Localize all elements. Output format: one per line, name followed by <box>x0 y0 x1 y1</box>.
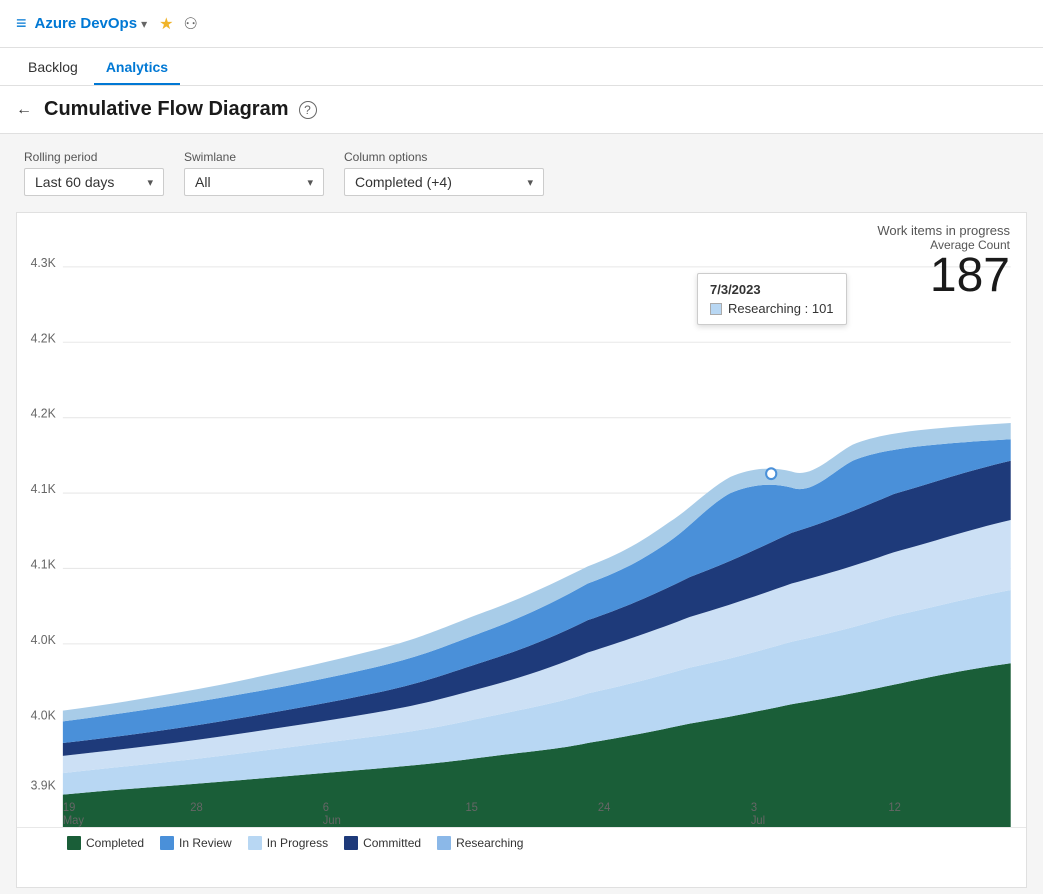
tooltip-date: 7/3/2023 <box>710 282 834 297</box>
rolling-period-value: Last 60 days <box>35 174 114 190</box>
back-button[interactable]: ← <box>16 101 32 119</box>
svg-text:May: May <box>63 815 84 827</box>
column-options-group: Column options Completed (+4) ▾ <box>344 150 544 196</box>
nav-tabs: Backlog Analytics <box>0 48 1043 86</box>
svg-text:24: 24 <box>598 802 611 814</box>
tooltip-text: Researching : 101 <box>728 301 834 316</box>
inreview-label: In Review <box>179 836 232 850</box>
help-icon[interactable]: ? <box>299 101 317 119</box>
controls-row: Rolling period Last 60 days ▾ Swimlane A… <box>20 150 1023 196</box>
completed-label: Completed <box>86 836 144 850</box>
inreview-swatch <box>160 836 174 850</box>
svg-text:4.0K: 4.0K <box>31 633 57 647</box>
chart-stats: Work items in progress Average Count 187 <box>877 223 1010 300</box>
svg-text:Jul: Jul <box>751 815 765 827</box>
tab-backlog[interactable]: Backlog <box>16 51 90 85</box>
legend-committed: Committed <box>344 836 421 850</box>
chart-tooltip: 7/3/2023 Researching : 101 <box>697 273 847 325</box>
tooltip-item: Researching : 101 <box>710 301 834 316</box>
column-options-value: Completed (+4) <box>355 174 452 190</box>
rolling-period-group: Rolling period Last 60 days ▾ <box>24 150 164 196</box>
app-name[interactable]: Azure DevOps <box>35 15 138 32</box>
rolling-period-dropdown[interactable]: Last 60 days ▾ <box>24 168 164 196</box>
legend-inreview: In Review <box>160 836 232 850</box>
svg-text:6: 6 <box>323 802 329 814</box>
svg-text:4.3K: 4.3K <box>31 256 57 270</box>
swimlane-chevron: ▾ <box>307 176 313 189</box>
swimlane-dropdown[interactable]: All ▾ <box>184 168 324 196</box>
chevron-icon[interactable]: ▾ <box>141 17 147 31</box>
svg-text:4.1K: 4.1K <box>31 557 57 571</box>
svg-text:12: 12 <box>888 802 900 814</box>
svg-text:28: 28 <box>190 802 202 814</box>
work-items-count: 187 <box>877 252 1010 300</box>
svg-text:3.9K: 3.9K <box>31 778 57 792</box>
svg-text:4.0K: 4.0K <box>31 708 57 722</box>
person-icon[interactable]: ⚇ <box>183 14 197 34</box>
legend-researching: Researching <box>437 836 523 850</box>
chart-container: Work items in progress Average Count 187… <box>16 212 1027 888</box>
column-options-label: Column options <box>344 150 544 164</box>
top-bar: ≡ Azure DevOps ▾ ★ ⚇ <box>0 0 1043 48</box>
svg-text:4.2K: 4.2K <box>31 331 57 345</box>
page-header: ← Cumulative Flow Diagram ? <box>0 86 1043 134</box>
rolling-period-label: Rolling period <box>24 150 164 164</box>
swimlane-value: All <box>195 174 211 190</box>
svg-text:4.1K: 4.1K <box>31 482 57 496</box>
chart-legend: Completed In Review In Progress Committe… <box>17 827 1026 858</box>
app-icon: ≡ <box>16 13 27 34</box>
inprogress-label: In Progress <box>267 836 328 850</box>
svg-text:3: 3 <box>751 802 757 814</box>
committed-swatch <box>344 836 358 850</box>
researching-label: Researching <box>456 836 523 850</box>
tooltip-swatch <box>710 303 722 315</box>
rolling-period-chevron: ▾ <box>147 176 153 189</box>
svg-text:4.2K: 4.2K <box>31 406 57 420</box>
legend-completed: Completed <box>67 836 144 850</box>
column-options-dropdown[interactable]: Completed (+4) ▾ <box>344 168 544 196</box>
chart-svg: 4.3K 4.2K 4.2K 4.1K 4.1K 4.0K 4.0K 3.9K <box>17 213 1026 827</box>
column-options-chevron: ▾ <box>527 176 533 189</box>
favorite-icon[interactable]: ★ <box>159 14 173 34</box>
committed-label: Committed <box>363 836 421 850</box>
tab-analytics[interactable]: Analytics <box>94 51 180 85</box>
researching-swatch <box>437 836 451 850</box>
svg-text:Jun: Jun <box>323 815 341 827</box>
svg-text:19: 19 <box>63 802 75 814</box>
page-content: ← Cumulative Flow Diagram ? Rolling peri… <box>0 86 1043 894</box>
swimlane-label: Swimlane <box>184 150 324 164</box>
legend-inprogress: In Progress <box>248 836 328 850</box>
work-items-label: Work items in progress <box>877 223 1010 238</box>
svg-text:15: 15 <box>465 802 477 814</box>
inprogress-swatch <box>248 836 262 850</box>
swimlane-group: Swimlane All ▾ <box>184 150 324 196</box>
completed-swatch <box>67 836 81 850</box>
page-title: Cumulative Flow Diagram <box>44 98 289 121</box>
